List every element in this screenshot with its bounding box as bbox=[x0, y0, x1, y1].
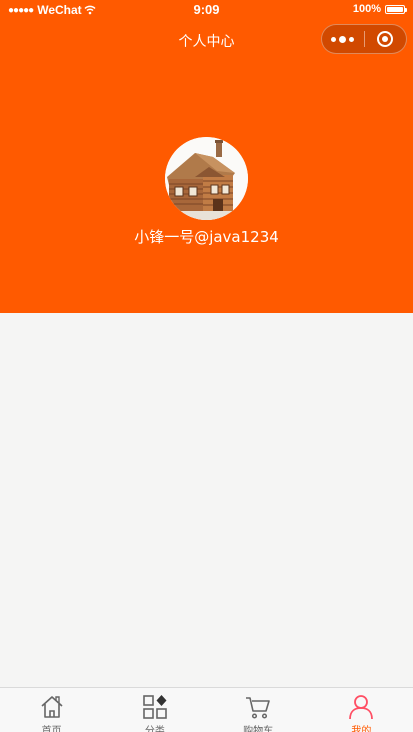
cart-icon bbox=[246, 697, 270, 719]
tab-cart[interactable]: 购物车 bbox=[207, 688, 310, 732]
tab-bar: 首页 分类 购物车 我的 bbox=[0, 687, 413, 732]
tab-mine-label: 我的 bbox=[351, 726, 372, 732]
status-bar: ●●●●● WeChat 9:09 100% bbox=[0, 0, 413, 22]
tab-home-label: 首页 bbox=[41, 726, 62, 732]
close-miniprogram-button[interactable] bbox=[364, 25, 406, 53]
close-target-icon bbox=[377, 31, 394, 47]
miniprogram-capsule bbox=[321, 24, 407, 54]
tab-category[interactable]: 分类 bbox=[103, 688, 206, 732]
avatar[interactable] bbox=[165, 137, 248, 220]
tab-home[interactable]: 首页 bbox=[0, 688, 103, 732]
status-time: 9:09 bbox=[193, 2, 220, 17]
close-target-dot bbox=[382, 36, 389, 42]
tab-category-label: 分类 bbox=[144, 726, 165, 732]
tab-mine[interactable]: 我的 bbox=[310, 688, 413, 732]
user-icon bbox=[349, 695, 374, 720]
battery-percent: 100% bbox=[352, 3, 381, 15]
avatar-house-image bbox=[165, 137, 248, 220]
username: 小锋一号@java1234 bbox=[134, 228, 279, 246]
tab-cart-label: 购物车 bbox=[243, 726, 274, 732]
category-icon bbox=[143, 695, 167, 719]
more-menu-button[interactable] bbox=[322, 25, 364, 53]
battery-icon bbox=[385, 4, 407, 14]
more-dot-icon bbox=[339, 35, 347, 43]
more-dot-icon bbox=[349, 36, 355, 42]
home-icon bbox=[41, 696, 63, 718]
more-dot-icon bbox=[331, 36, 337, 42]
profile-header: ●●●●● WeChat 9:09 100% 个人中心 小锋一号@java123… bbox=[0, 0, 413, 313]
battery-fill bbox=[387, 6, 403, 12]
status-right: 100% bbox=[352, 3, 407, 15]
